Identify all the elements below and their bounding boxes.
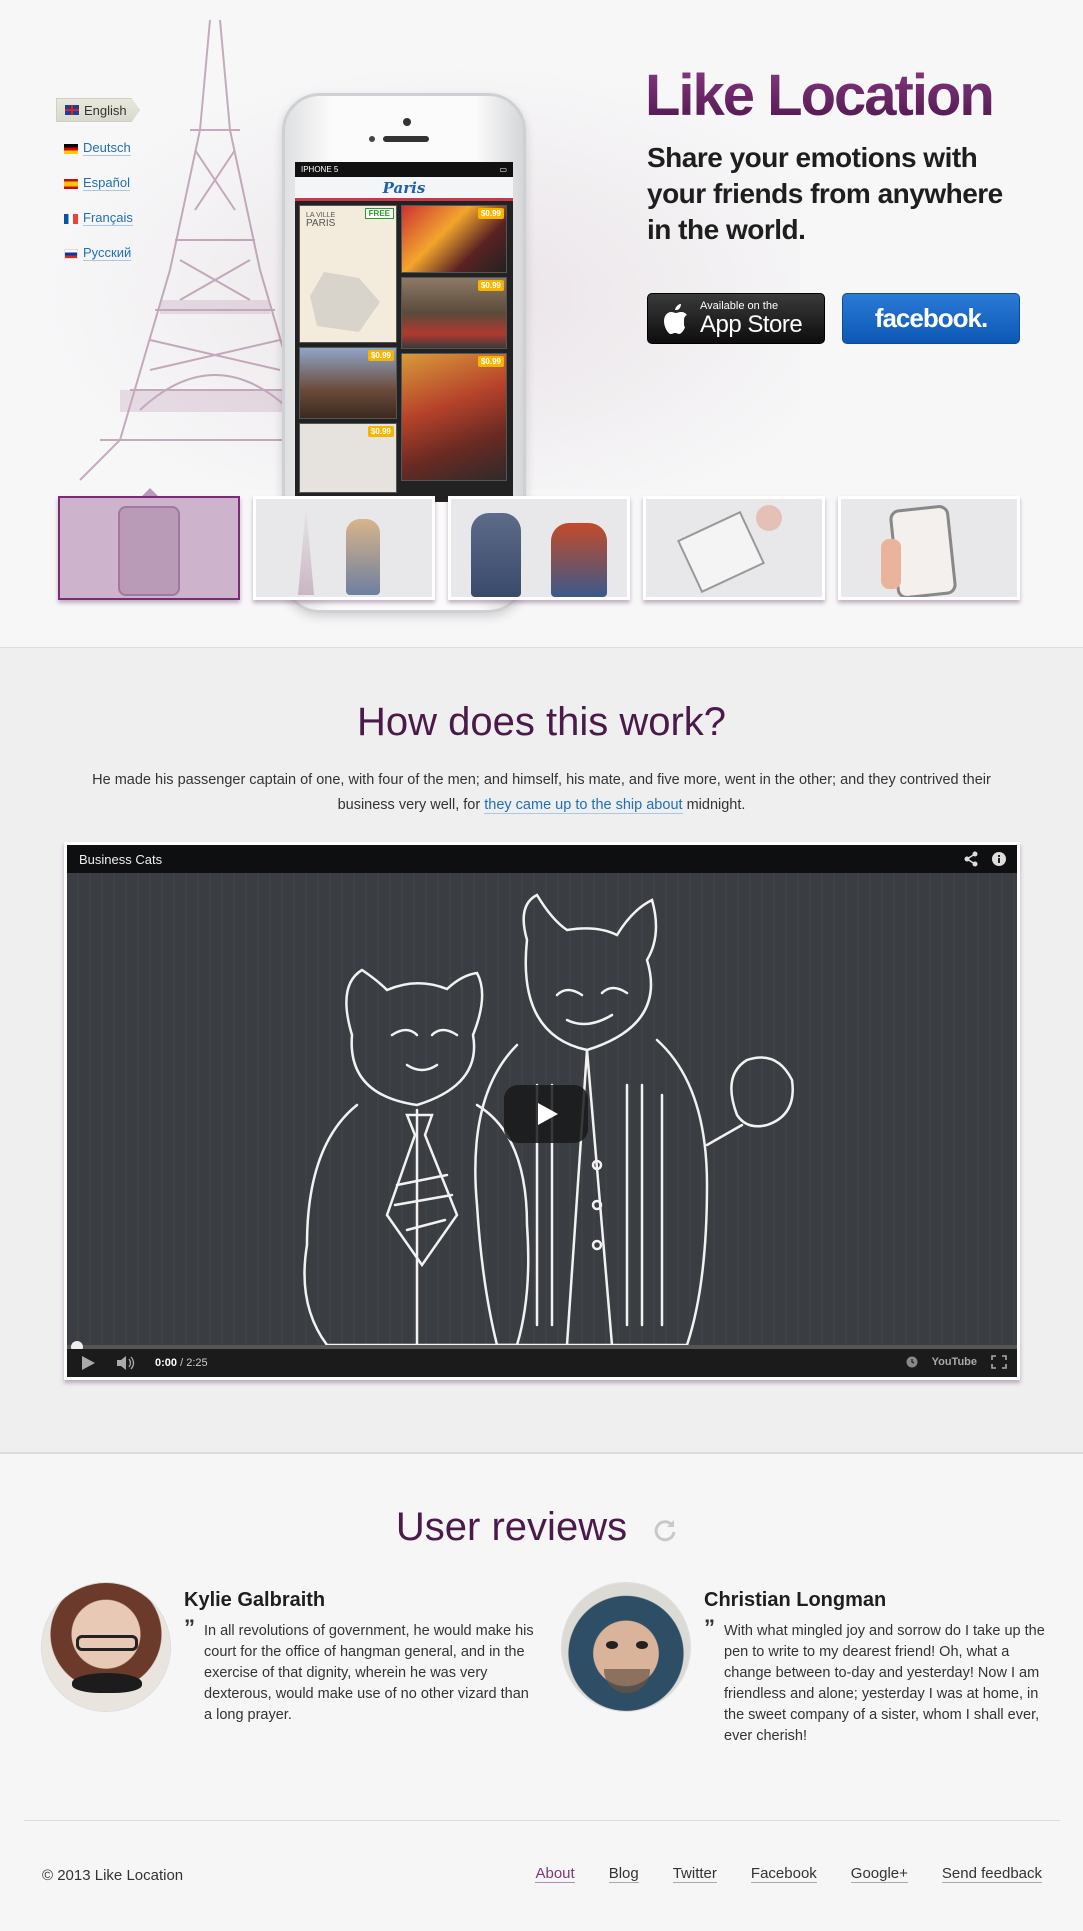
footer-link-twitter[interactable]: Twitter	[672, 1865, 717, 1883]
footer-link-about[interactable]: About	[535, 1865, 575, 1883]
footer-nav: About Blog Twitter Facebook Google+ Send…	[535, 1865, 1042, 1883]
street-tile: $0.99	[401, 277, 507, 349]
reviewer-name: Christian Longman	[704, 1589, 887, 1611]
time-current: 0:00	[155, 1357, 178, 1369]
thumbnail-drawing[interactable]	[643, 496, 825, 600]
video-time: 0:00 / 2:25	[155, 1357, 208, 1369]
copyright: © 2013 Like Location	[42, 1867, 184, 1884]
hero-section: English Deutsch Español Français Русский…	[0, 0, 1083, 648]
how-description: He made his passenger captain of one, wi…	[70, 768, 1013, 818]
how-title: How does this work?	[356, 700, 727, 744]
app-title: Paris	[382, 178, 426, 197]
language-item-espanol[interactable]: Español	[56, 166, 156, 201]
video-player[interactable]: Business Cats 0:00 / 2:25 YouTube	[64, 842, 1020, 1380]
time-total: / 2:25	[177, 1357, 208, 1369]
language-item-russian[interactable]: Русский	[56, 236, 156, 271]
moulin-rouge-tile: $0.99	[401, 353, 507, 481]
facebook-button[interactable]: facebook.	[842, 293, 1020, 344]
footer: © 2013 Like Location About Blog Twitter …	[24, 1820, 1060, 1931]
youtube-logo[interactable]: YouTube	[932, 1356, 977, 1368]
reviews-title: User reviews	[0, 1505, 1083, 1550]
carrier-label: IPHONE 5	[301, 165, 339, 174]
reviewer-name: Kylie Galbraith	[184, 1589, 326, 1611]
screenshot-carousel	[58, 488, 1024, 604]
app-store-big-label: App Store	[700, 310, 803, 338]
review-text: With what mingled joy and sorrow do I ta…	[724, 1623, 1045, 1744]
price-badge: $0.99	[477, 356, 504, 367]
video-title-bar: Business Cats	[67, 845, 1017, 873]
how-it-works-section: How does this work? He made his passenge…	[0, 648, 1083, 1454]
map-line2: PARIS	[306, 218, 336, 229]
phone-camera	[403, 118, 411, 126]
price-badge: $0.99	[367, 426, 394, 437]
quote-icon: ”	[704, 1615, 715, 1640]
play-button[interactable]	[504, 1085, 588, 1143]
facebook-label: facebook.	[874, 303, 988, 333]
germany-flag-icon	[64, 143, 78, 154]
brand-title: Like Location	[645, 63, 995, 128]
avatar	[42, 1583, 170, 1711]
russia-flag-icon	[64, 248, 78, 259]
avatar	[562, 1583, 690, 1711]
refresh-icon[interactable]	[652, 1517, 678, 1543]
how-inline-link[interactable]: they came up to the ship about	[484, 797, 683, 814]
share-icon[interactable]	[963, 851, 979, 867]
thumbnail-artists[interactable]	[448, 496, 630, 600]
language-item-francais[interactable]: Français	[56, 201, 156, 236]
app-store-small-label: Available on the	[700, 299, 779, 312]
reviews-section: User reviews Kylie Galbraith ” In all re…	[0, 1455, 1083, 1815]
fullscreen-icon[interactable]	[991, 1355, 1007, 1369]
quote-icon: ”	[184, 1615, 195, 1640]
footer-link-facebook[interactable]: Facebook	[750, 1865, 817, 1883]
apple-icon	[664, 303, 687, 334]
tagline: Share your emotions with your friends fr…	[647, 142, 1003, 245]
reviews-title-text: User reviews	[395, 1505, 628, 1549]
price-badge: $0.99	[477, 208, 504, 219]
language-link[interactable]: Español	[83, 176, 130, 191]
arches-tile: $0.99	[299, 347, 397, 419]
phone-screen: IPHONE 5 ▭ Paris LA VILLE PARIS FREE $0.…	[295, 162, 513, 502]
battery-icon: ▭	[499, 165, 507, 174]
active-thumb-caret	[142, 488, 158, 496]
watch-later-icon[interactable]	[906, 1356, 918, 1368]
language-link[interactable]: Deutsch	[83, 141, 131, 156]
painting-tile: $0.99	[401, 205, 507, 273]
sketch-tile: $0.99	[299, 423, 397, 493]
free-badge: FREE	[364, 208, 394, 219]
thumbnail-phone-hand[interactable]	[838, 496, 1020, 600]
info-icon[interactable]	[991, 851, 1007, 867]
video-controls: 0:00 / 2:25 YouTube	[67, 1349, 1017, 1377]
price-badge: $0.99	[367, 350, 394, 361]
video-title[interactable]: Business Cats	[79, 852, 162, 867]
play-control-icon[interactable]	[81, 1356, 95, 1370]
spain-flag-icon	[64, 178, 78, 189]
phone-status-bar: IPHONE 5 ▭	[295, 162, 513, 177]
language-link[interactable]: Français	[83, 211, 133, 226]
review-text: In all revolutions of government, he wou…	[204, 1623, 534, 1723]
app-title-bar: Paris	[295, 177, 513, 201]
thumbnail-phone[interactable]	[58, 496, 240, 600]
uk-flag-icon	[65, 105, 79, 115]
map-tile: LA VILLE PARIS FREE	[299, 205, 397, 343]
how-text-after: midnight.	[682, 797, 746, 813]
language-switcher: English Deutsch Español Français Русский	[56, 96, 156, 271]
france-flag-icon	[64, 213, 78, 224]
language-item-deutsch[interactable]: Deutsch	[56, 131, 156, 166]
language-link[interactable]: Русский	[83, 246, 132, 261]
language-label: English	[84, 102, 127, 118]
footer-link-google-plus[interactable]: Google+	[850, 1865, 908, 1883]
phone-sensor	[369, 136, 375, 142]
thumbnail-traveler[interactable]	[253, 496, 435, 600]
footer-link-send-feedback[interactable]: Send feedback	[941, 1865, 1042, 1883]
footer-link-blog[interactable]: Blog	[608, 1865, 639, 1883]
price-badge: $0.99	[477, 280, 504, 291]
phone-speaker	[383, 136, 429, 142]
volume-icon[interactable]	[117, 1356, 137, 1370]
app-store-button[interactable]: Available on the App Store	[647, 293, 825, 344]
language-item-english[interactable]: English	[56, 98, 140, 122]
play-icon	[538, 1103, 558, 1125]
photo-grid: LA VILLE PARIS FREE $0.99 $0.99 $0.99 $0…	[295, 201, 513, 501]
